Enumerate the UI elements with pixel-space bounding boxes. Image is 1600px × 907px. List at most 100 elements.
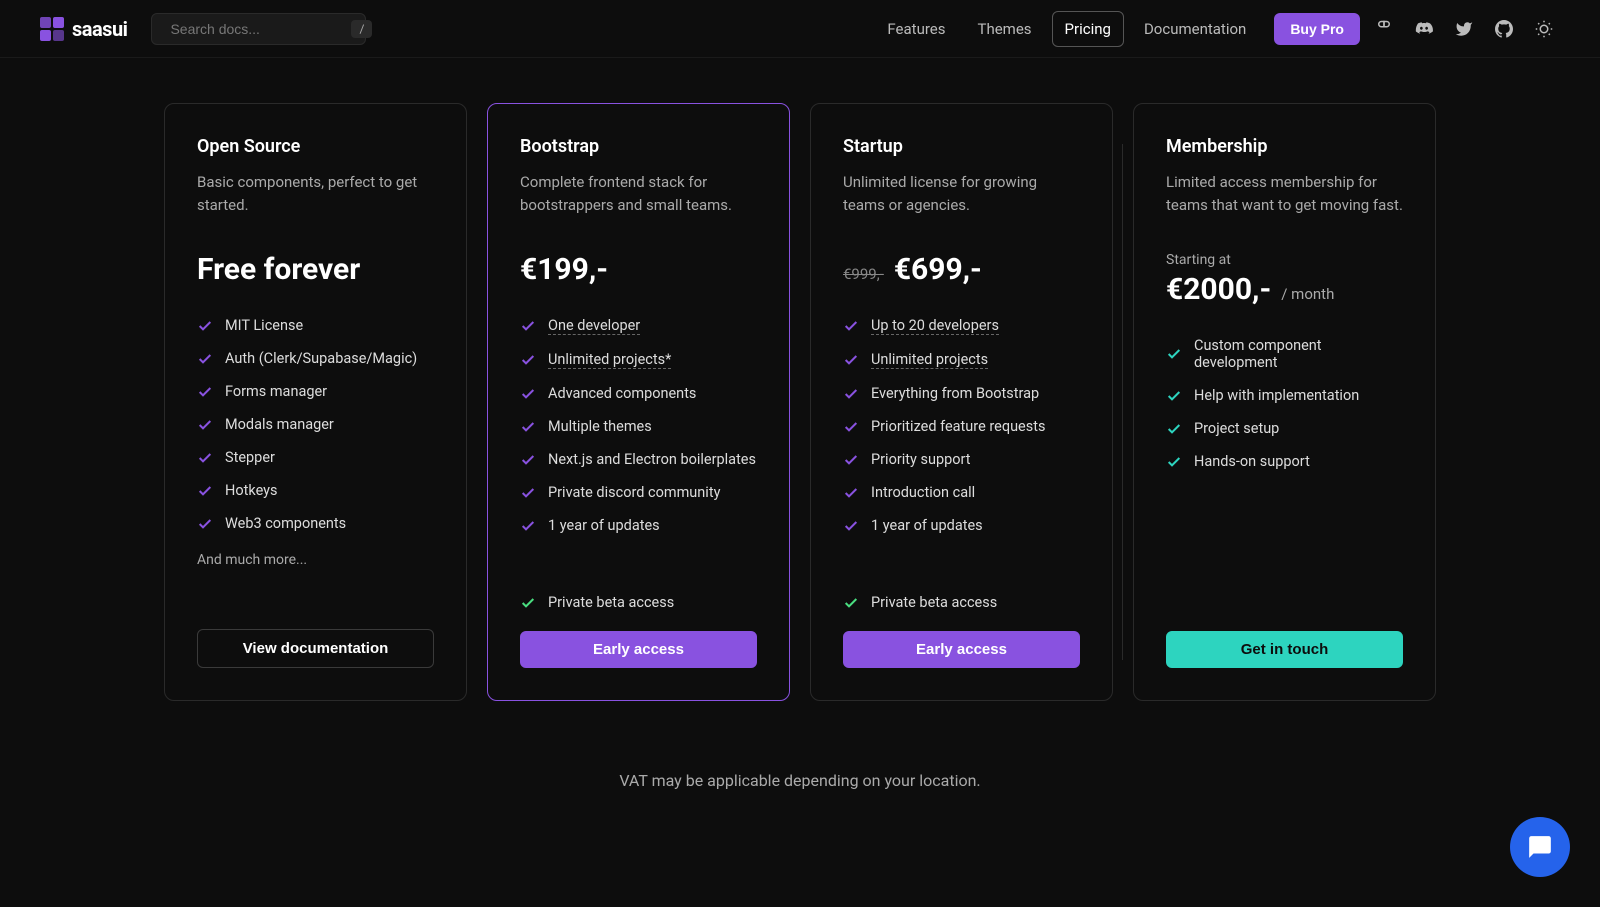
- check-icon: [197, 450, 213, 466]
- nav-features[interactable]: Features: [875, 12, 957, 46]
- nav-documentation[interactable]: Documentation: [1132, 12, 1258, 46]
- plan-startup: Startup Unlimited license for growing te…: [810, 103, 1113, 701]
- nav-themes[interactable]: Themes: [966, 12, 1044, 46]
- plan-bootstrap: Bootstrap Complete frontend stack for bo…: [487, 103, 790, 701]
- feature-item: Help with implementation: [1166, 387, 1403, 404]
- feature-item: Forms manager: [197, 383, 434, 400]
- feature-item: Everything from Bootstrap: [843, 385, 1080, 402]
- feature-item: Stepper: [197, 449, 434, 466]
- feature-item: Project setup: [1166, 420, 1403, 437]
- check-icon: [197, 516, 213, 532]
- nav-pricing[interactable]: Pricing: [1052, 11, 1124, 47]
- feature-item: Next.js and Electron boilerplates: [520, 451, 757, 468]
- check-icon: [843, 595, 859, 611]
- check-icon: [1166, 421, 1182, 437]
- more-text: And much more...: [197, 552, 434, 568]
- check-icon: [197, 384, 213, 400]
- header: saasui / Features Themes Pricing Documen…: [0, 0, 1600, 58]
- check-icon: [843, 386, 859, 402]
- check-icon: [520, 419, 536, 435]
- check-icon: [1166, 346, 1182, 362]
- chat-fab[interactable]: [1510, 817, 1570, 877]
- plan-title: Open Source: [197, 136, 434, 157]
- feature-list: Custom component development Help with i…: [1166, 337, 1403, 470]
- feature-item: One developer: [520, 317, 757, 335]
- bonus-item: Private beta access: [843, 594, 1080, 611]
- feature-item: Hotkeys: [197, 482, 434, 499]
- check-icon: [1166, 454, 1182, 470]
- check-icon: [197, 417, 213, 433]
- check-icon: [520, 452, 536, 468]
- feature-item: Web3 components: [197, 515, 434, 532]
- feature-item: Hands-on support: [1166, 453, 1403, 470]
- vat-note: VAT may be applicable depending on your …: [0, 771, 1600, 790]
- plan-desc: Basic components, perfect to get started…: [197, 171, 434, 216]
- view-documentation-button[interactable]: View documentation: [197, 629, 434, 668]
- figma-icon[interactable]: [1368, 13, 1400, 45]
- feature-item: Prioritized feature requests: [843, 418, 1080, 435]
- price-starting: Starting at: [1166, 252, 1403, 268]
- feature-item: Custom component development: [1166, 337, 1403, 371]
- price-suffix: / month: [1281, 285, 1334, 303]
- plan-price: €2000,-: [1166, 272, 1271, 307]
- feature-item: Introduction call: [843, 484, 1080, 501]
- search-hotkey: /: [351, 20, 372, 38]
- early-access-button[interactable]: Early access: [520, 631, 757, 668]
- plan-price: €699,-: [894, 252, 982, 287]
- early-access-button[interactable]: Early access: [843, 631, 1080, 668]
- plan-desc: Limited access membership for teams that…: [1166, 171, 1403, 216]
- check-icon: [1166, 388, 1182, 404]
- check-icon: [843, 518, 859, 534]
- plan-membership: Membership Limited access membership for…: [1133, 103, 1436, 701]
- github-icon[interactable]: [1488, 13, 1520, 45]
- plan-title: Startup: [843, 136, 1080, 157]
- check-icon: [520, 352, 536, 368]
- plan-price-strike: €999,-: [843, 265, 884, 283]
- check-icon: [843, 452, 859, 468]
- check-icon: [520, 485, 536, 501]
- plan-desc: Unlimited license for growing teams or a…: [843, 171, 1080, 216]
- feature-item: Multiple themes: [520, 418, 757, 435]
- check-icon: [520, 318, 536, 334]
- check-icon: [520, 518, 536, 534]
- check-icon: [520, 386, 536, 402]
- feature-item: Modals manager: [197, 416, 434, 433]
- feature-item: Unlimited projects*: [520, 351, 757, 369]
- feature-item: Priority support: [843, 451, 1080, 468]
- check-icon: [197, 483, 213, 499]
- feature-item: MIT License: [197, 317, 434, 334]
- feature-list: MIT License Auth (Clerk/Supabase/Magic) …: [197, 317, 434, 532]
- feature-list: One developer Unlimited projects* Advanc…: [520, 317, 757, 534]
- search-input[interactable]: /: [151, 13, 366, 45]
- check-icon: [843, 318, 859, 334]
- buy-pro-button[interactable]: Buy Pro: [1274, 13, 1360, 45]
- check-icon: [843, 485, 859, 501]
- theme-toggle-icon[interactable]: [1528, 13, 1560, 45]
- logo-text: saasui: [72, 17, 127, 41]
- feature-item: Advanced components: [520, 385, 757, 402]
- pricing-grid: Open Source Basic components, perfect to…: [0, 58, 1600, 731]
- check-icon: [843, 352, 859, 368]
- plan-price: Free forever: [197, 252, 360, 287]
- search-field[interactable]: [170, 21, 351, 37]
- nav: Features Themes Pricing Documentation Bu…: [875, 11, 1560, 47]
- feature-list: Up to 20 developers Unlimited projects E…: [843, 317, 1080, 534]
- bonus-item: Private beta access: [520, 594, 757, 611]
- logo-icon: [40, 17, 64, 41]
- feature-item: Private discord community: [520, 484, 757, 501]
- discord-icon[interactable]: [1408, 13, 1440, 45]
- chat-icon: [1527, 834, 1553, 860]
- logo[interactable]: saasui: [40, 17, 127, 41]
- plan-opensource: Open Source Basic components, perfect to…: [164, 103, 467, 701]
- check-icon: [197, 318, 213, 334]
- feature-item: 1 year of updates: [520, 517, 757, 534]
- feature-item: Up to 20 developers: [843, 317, 1080, 335]
- plan-price: €199,-: [520, 252, 608, 287]
- check-icon: [843, 419, 859, 435]
- plan-title: Bootstrap: [520, 136, 757, 157]
- feature-item: Auth (Clerk/Supabase/Magic): [197, 350, 434, 367]
- feature-item: 1 year of updates: [843, 517, 1080, 534]
- twitter-icon[interactable]: [1448, 13, 1480, 45]
- plan-title: Membership: [1166, 136, 1403, 157]
- get-in-touch-button[interactable]: Get in touch: [1166, 631, 1403, 668]
